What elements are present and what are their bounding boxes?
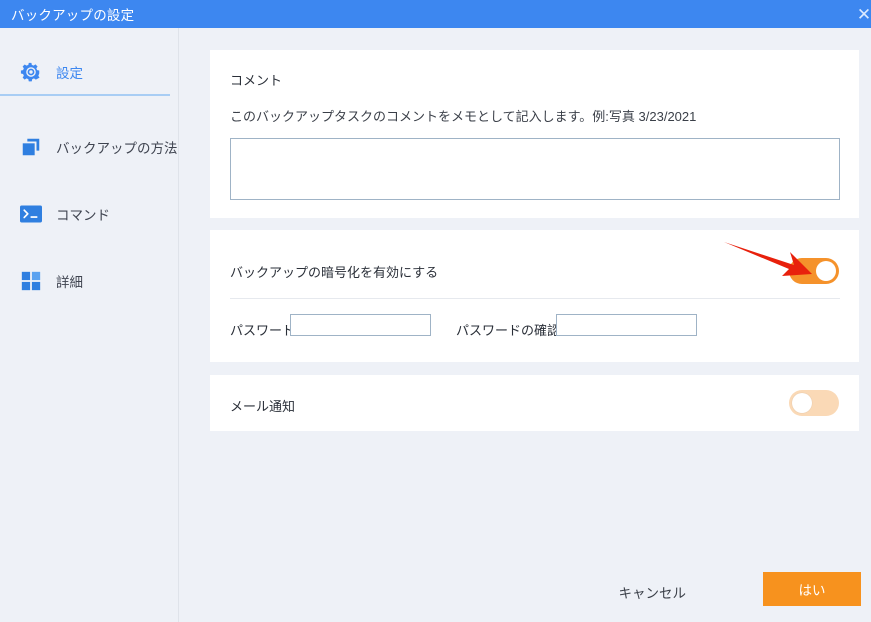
sidebar-item-details[interactable]: 詳細 [0,259,179,303]
sidebar: 設定 バックアップの方法 コマンド 詳細 [0,28,179,622]
sidebar-item-settings[interactable]: 設定 [0,50,179,94]
dialog-footer: キャンセル はい [180,560,871,622]
encryption-title: バックアップの暗号化を有効にする [230,265,439,280]
mail-notification-card: メール通知 [210,375,859,431]
comment-card: コメント このバックアップタスクのコメントをメモとして記入します。例:写真 3/… [210,50,859,218]
comment-description: このバックアップタスクのコメントをメモとして記入します。例:写真 3/23/20… [230,109,697,124]
comment-input[interactable] [230,138,840,200]
sidebar-item-label: 詳細 [56,275,83,290]
mail-notification-toggle[interactable] [789,390,839,416]
copy-stack-icon [16,132,46,162]
toggle-knob [816,261,836,281]
toggle-knob [792,393,812,413]
sidebar-item-backup-method[interactable]: バックアップの方法 [0,125,179,169]
password-input[interactable] [290,314,431,336]
close-icon[interactable]: ✕ [851,2,871,26]
encryption-toggle[interactable] [789,258,839,284]
window-title: バックアップの設定 [11,8,135,23]
cancel-button[interactable]: キャンセル [619,582,687,602]
password-label: パスワード [230,323,296,338]
confirm-password-input[interactable] [556,314,697,336]
grid-icon [16,266,46,296]
sidebar-active-underline [0,94,170,96]
sidebar-item-label: コマンド [56,208,110,223]
encryption-divider [230,298,840,299]
confirm-button[interactable]: はい [763,572,861,606]
main-content: コメント このバックアップタスクのコメントをメモとして記入します。例:写真 3/… [180,28,871,622]
title-bar: バックアップの設定 ✕ [0,0,871,28]
sidebar-item-command[interactable]: コマンド [0,192,179,236]
terminal-icon [16,199,46,229]
confirm-password-label: パスワードの確認 [456,323,561,338]
sidebar-item-label: バックアップの方法 [56,141,178,156]
encryption-card: バックアップの暗号化を有効にする パスワード パスワードの確認 [210,230,859,362]
sidebar-item-label: 設定 [56,66,83,81]
gear-icon [16,57,46,87]
backup-settings-dialog: バックアップの設定 ✕ 設定 バックアップの方法 コマンド 詳細 コメント この… [0,0,871,622]
comment-title: コメント [230,73,283,88]
mail-notification-title: メール通知 [230,399,296,414]
